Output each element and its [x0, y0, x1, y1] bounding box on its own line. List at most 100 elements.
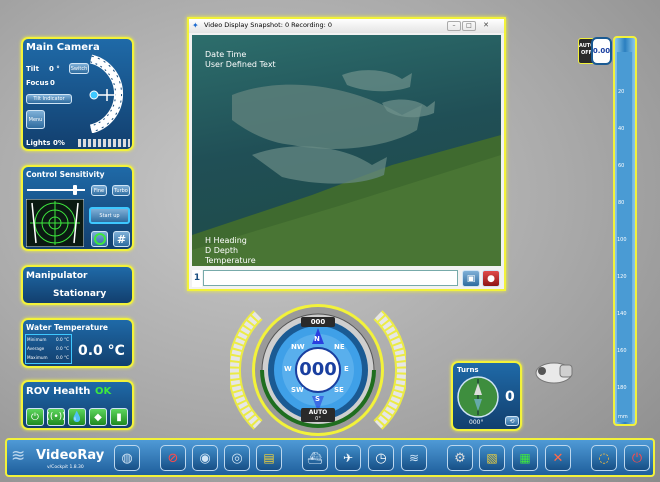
tilt-indicator-button[interactable]: Tilt Indicator — [26, 94, 72, 104]
target-icon: ◉ — [199, 450, 211, 466]
temp-row-max: Maximum 0.0 °C — [27, 355, 69, 360]
compass-n: N — [314, 335, 320, 343]
rov-settings-button[interactable]: ✈ — [335, 445, 361, 471]
gauge-icon[interactable]: ▮ — [110, 408, 128, 426]
video-channel-bar: 1 ▣ ● — [192, 270, 501, 287]
signal-icon[interactable]: ((•)) — [46, 408, 66, 426]
sensitivity-slider-thumb[interactable] — [73, 185, 77, 195]
water-temperature-title: Water Temperature — [26, 323, 108, 332]
compass-s: S — [315, 395, 321, 403]
rov-health-status: OK — [95, 386, 112, 397]
video-titlebar: ✦ Video Display Snapshot: 0 Recording: 0… — [189, 19, 504, 33]
compass-heading-value: 000 — [299, 359, 337, 380]
channel-text-field[interactable] — [203, 270, 458, 286]
depth-tick: 80 — [618, 200, 625, 206]
depth-unit: mm — [618, 414, 628, 420]
turns-reset-button[interactable]: ⟲ — [505, 416, 519, 426]
clock-icon: ◷ — [375, 450, 387, 466]
document-button[interactable]: ▧ — [479, 445, 505, 471]
lights-value: 0% — [53, 139, 65, 147]
compass-auto-value: 0° — [315, 416, 321, 422]
videoray-logo-icon: ≋ — [11, 446, 26, 466]
lights-level-bar[interactable] — [78, 139, 130, 147]
tools-button[interactable]: ✕ — [545, 445, 571, 471]
compass-e: E — [344, 365, 349, 373]
depth-tick: 140 — [617, 311, 627, 317]
circle-arrow-icon — [93, 233, 106, 245]
record-icon: ● — [487, 273, 495, 284]
manipulator-panel[interactable]: Manipulator Stationary — [21, 265, 134, 305]
overlay-date-time: Date Time — [205, 50, 247, 59]
depth-tick: 160 — [617, 348, 627, 354]
manipulator-status: Stationary — [53, 289, 107, 299]
ship-button[interactable]: ⛴ — [302, 445, 328, 471]
record-toggle-button[interactable] — [91, 231, 108, 247]
channel-number: 1 — [192, 270, 202, 287]
power-plug-icon[interactable]: ⏻ — [26, 408, 44, 426]
turns-heading: 000° — [469, 419, 484, 426]
stop-button[interactable]: ⊘ — [160, 445, 186, 471]
snapshot-button[interactable]: ▣ — [462, 270, 480, 287]
lock-icon: ▤ — [263, 451, 275, 465]
main-camera-panel: Main Camera Tilt 0 ° Switch Focus 0 Tilt… — [21, 37, 134, 151]
water-temperature-panel: Water Temperature Minimum 0.0 °C Average 0… — [21, 318, 134, 368]
start-up-button[interactable]: Start up — [89, 207, 130, 224]
focus-label: Focus — [26, 79, 49, 87]
gears-icon: ⚙ — [454, 450, 466, 466]
menu-button[interactable]: Menu — [26, 110, 45, 129]
leak-icon[interactable]: ◆ — [89, 408, 107, 426]
compass-ne: NE — [334, 343, 345, 351]
wifi-icon: ≋ — [408, 451, 420, 465]
depth-ticks: 20 40 60 80 100 120 140 160 180 mm — [616, 52, 628, 422]
lock-button[interactable]: ▤ — [256, 445, 282, 471]
minimize-button[interactable]: – — [447, 21, 461, 31]
overlay-temperature: Temperature — [205, 256, 256, 265]
compass-sw: SW — [291, 386, 304, 394]
camera-icon: ▣ — [466, 273, 476, 284]
turns-panel: Turns 0 000° ⟲ — [451, 361, 522, 431]
turbo-button[interactable]: Turbo — [112, 185, 130, 196]
record-button[interactable]: ● — [482, 270, 500, 287]
document-icon: ▧ — [486, 451, 498, 465]
target-button[interactable]: ◉ — [192, 445, 218, 471]
joystick-radar-display — [26, 199, 84, 247]
turns-value: 0 — [505, 389, 515, 405]
compass-w: W — [284, 365, 292, 373]
globe-button[interactable]: ◍ — [114, 445, 140, 471]
power-button[interactable]: ⏻ — [624, 445, 650, 471]
rov-image — [535, 362, 573, 384]
overlay-heading: H Heading — [205, 236, 247, 245]
overlay-user-text: User Defined Text — [205, 60, 276, 69]
overlay-depth: D Depth — [205, 246, 239, 255]
close-button[interactable]: ✕ — [479, 21, 493, 29]
temp-row-min: Minimum 0.0 °C — [27, 337, 69, 342]
depth-tick: 100 — [617, 237, 627, 243]
wifi-button[interactable]: ≋ — [401, 445, 427, 471]
videoray-version: v/Cockpit 1.8.30 — [47, 465, 84, 470]
fine-button[interactable]: Fine — [91, 185, 107, 196]
help-button[interactable]: ◌ — [591, 445, 617, 471]
depth-tick: 40 — [618, 126, 625, 132]
gears-button[interactable]: ⚙ — [447, 445, 473, 471]
depth-tick: 20 — [618, 89, 625, 95]
dial-button[interactable]: ◎ — [224, 445, 250, 471]
clock-button[interactable]: ◷ — [368, 445, 394, 471]
lifebuoy-icon: ◌ — [598, 450, 610, 466]
tools-icon: ✕ — [552, 450, 564, 466]
manipulator-title: Manipulator — [26, 271, 88, 281]
tilt-label: Tilt — [26, 65, 39, 73]
power-icon: ⏻ — [631, 450, 643, 466]
water-drop-icon[interactable]: 💧 — [68, 408, 86, 426]
video-window: ✦ Video Display Snapshot: 0 Recording: 0… — [187, 17, 506, 291]
control-sensitivity-panel: Control Sensitivity Fine Turbo Start up … — [21, 165, 134, 251]
no-entry-icon: ⊘ — [167, 450, 179, 466]
dial-icon: ◎ — [231, 450, 243, 466]
globe-icon: ◍ — [121, 450, 133, 466]
compass-top-readout: 000 — [310, 318, 326, 326]
maximize-button[interactable]: □ — [462, 21, 476, 31]
hash-button[interactable]: # — [113, 231, 130, 247]
depth-value: 0.00 — [592, 47, 611, 55]
circuit-board-button[interactable]: ▦ — [512, 445, 538, 471]
compass-auto-label[interactable]: AUTO — [301, 409, 335, 416]
app-logo-icon: ✦ — [192, 21, 199, 30]
